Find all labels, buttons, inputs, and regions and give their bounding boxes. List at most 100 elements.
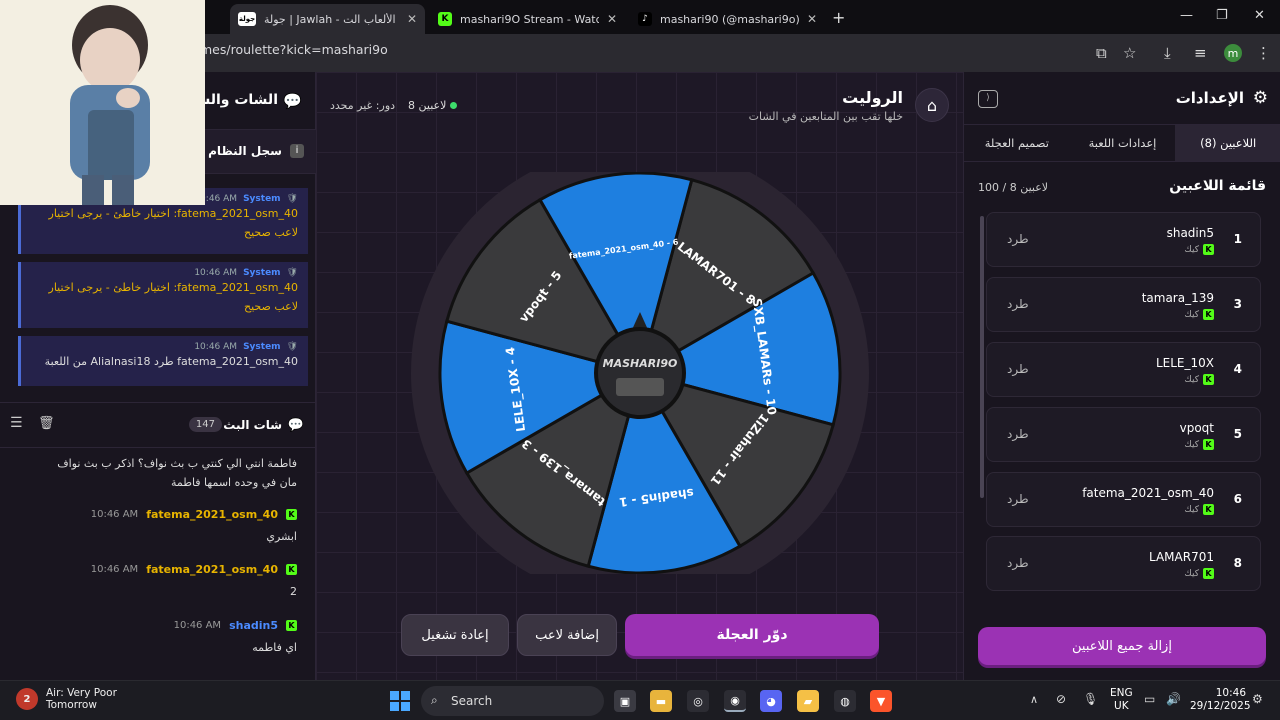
tab-jawlah[interactable]: جولة جولة | Jawlah - منصة الألعاب الت ✕ bbox=[230, 4, 425, 34]
kick-icon: K bbox=[286, 564, 297, 575]
close-tab-icon[interactable]: ✕ bbox=[607, 12, 617, 26]
home-button[interactable]: ⌂ bbox=[915, 88, 949, 122]
kick-icon: K bbox=[286, 620, 297, 631]
message-time: 10:46 AM bbox=[90, 509, 139, 520]
kick-icon: K bbox=[1203, 309, 1214, 320]
air-quality-badge: 2 bbox=[16, 688, 38, 710]
clock[interactable]: 10:46 29/12/2025 bbox=[1190, 687, 1251, 713]
taskbar-search[interactable]: ⌕ Search bbox=[421, 686, 604, 716]
kick-player-button[interactable]: طرد bbox=[1007, 362, 1029, 376]
center-logo: MASHARI9O bbox=[603, 357, 678, 370]
platform-label: كيك bbox=[1184, 309, 1199, 320]
media-control-icon[interactable]: ≡ bbox=[1194, 44, 1207, 62]
chat-username[interactable]: fatema_2021_osm_40 bbox=[146, 563, 278, 576]
trash-icon[interactable]: 🗑 bbox=[38, 416, 55, 431]
game-area: ⌂ الروليت خلها تقب بين المتابعين في الشا… bbox=[316, 72, 963, 680]
profile-avatar[interactable]: m bbox=[1224, 44, 1242, 62]
chat-bubble-icon: 💬 bbox=[287, 418, 304, 433]
system-message: 10:46 AM System 🛡 fatema_2021_osm_40 طرد A… bbox=[18, 336, 308, 386]
chevron-up-icon[interactable]: ∧ bbox=[1030, 693, 1038, 706]
kick-player-button[interactable]: طرد bbox=[1007, 297, 1029, 311]
windows-start-icon[interactable] bbox=[390, 691, 410, 711]
app-icon[interactable]: ▰ bbox=[797, 690, 819, 712]
close-window-icon[interactable]: ✕ bbox=[1254, 8, 1265, 23]
minimize-icon[interactable]: — bbox=[1180, 8, 1193, 23]
players-list-count: 100 / 8 لاعبين bbox=[978, 181, 1049, 194]
language-indicator[interactable]: ENG UK bbox=[1110, 687, 1133, 713]
system-log-label: سجل النظام bbox=[208, 144, 282, 158]
microphone-icon[interactable]: 🎙 bbox=[1083, 692, 1098, 706]
brave-icon[interactable]: ▼ bbox=[870, 690, 892, 712]
obs-icon[interactable]: ◍ bbox=[834, 690, 856, 712]
new-tab-icon[interactable]: + bbox=[832, 8, 845, 27]
lang-line1: ENG bbox=[1110, 687, 1133, 699]
chat-username[interactable]: shadin5 bbox=[229, 619, 278, 632]
roulette-wheel[interactable]: LAMAR701 - 8SXB_LAMARs - 101iZuhair - 11… bbox=[411, 172, 869, 574]
player-number: 5 bbox=[1233, 427, 1242, 441]
message-time: 10:46 AM bbox=[194, 268, 238, 278]
player-name: LELE_10X bbox=[1155, 356, 1214, 370]
tab-game-settings[interactable]: إعدادات اللعبة bbox=[1070, 125, 1176, 161]
player-number: 1 bbox=[1233, 232, 1242, 246]
kick-player-button[interactable]: طرد bbox=[1007, 427, 1029, 441]
align-icon[interactable]: ☰ bbox=[10, 415, 23, 431]
translate-icon[interactable]: ⧉ bbox=[1096, 44, 1107, 62]
chat-message-text: ابشري bbox=[266, 530, 297, 543]
close-tab-icon[interactable]: ✕ bbox=[807, 12, 817, 26]
app-icon[interactable]: ◎ bbox=[687, 690, 709, 712]
players-count: 8 لاعبين bbox=[408, 99, 458, 112]
remove-all-players-button[interactable]: إزالة جميع اللاعبين bbox=[978, 627, 1266, 665]
kick-player-button[interactable]: طرد bbox=[1007, 492, 1029, 506]
chat-username[interactable]: fatema_2021_osm_40 bbox=[146, 508, 278, 521]
kick-icon: K bbox=[1203, 504, 1214, 515]
live-chat-label: شات البث bbox=[223, 418, 282, 432]
weather-widget[interactable]: 2 Air: Very Poor Tomorrow bbox=[16, 687, 117, 711]
spin-wheel-button[interactable]: دوّر العجلة bbox=[625, 614, 879, 656]
url-field[interactable]: mes/roulette?kick=mashari9o bbox=[200, 42, 388, 57]
bookmark-star-icon[interactable]: ☆ bbox=[1123, 44, 1136, 62]
tab-tiktok[interactable]: ♪ mashari90 (@mashari9o) | TikTok ✕ bbox=[630, 4, 825, 34]
message-time: 10:46 AM bbox=[90, 564, 139, 575]
file-explorer-icon[interactable]: ▬ bbox=[650, 690, 672, 712]
chat-message-meta: 10:46 AM shadin5 K bbox=[174, 619, 297, 632]
tab-wheel-design[interactable]: تصميم العجلة bbox=[964, 125, 1070, 161]
kick-player-button[interactable]: طرد bbox=[1007, 556, 1029, 570]
notification-icon[interactable]: ⚙ bbox=[1252, 692, 1263, 706]
platform-label: كيك bbox=[1184, 504, 1199, 515]
tab-players[interactable]: اللاعبين (8) bbox=[1175, 125, 1280, 161]
collapse-panel-icon[interactable]: ⟩ bbox=[978, 90, 998, 108]
tab-kick-stream[interactable]: K mashari9O Stream - Watch Live ✕ bbox=[430, 4, 625, 34]
chat-message-meta: 10:46 AM fatema_2021_osm_40 K bbox=[91, 563, 297, 576]
task-view-icon[interactable]: ▣ bbox=[614, 690, 636, 712]
tab-title: mashari9O Stream - Watch Live bbox=[460, 12, 599, 26]
message-text: fatema_2021_osm_40 طرد Alialnasi18 من ال… bbox=[44, 355, 298, 368]
clock-date: 29/12/2025 bbox=[1190, 700, 1251, 712]
network-off-icon[interactable]: ⊘ bbox=[1056, 692, 1066, 706]
add-player-button[interactable]: إضافة لاعب bbox=[517, 614, 617, 656]
close-tab-icon[interactable]: ✕ bbox=[407, 12, 417, 26]
webcam-character-image bbox=[0, 0, 205, 205]
message-text: fatema_2021_osm_40: اختيار خاطئ - يرجى ا… bbox=[48, 207, 298, 239]
platform-label: كيك bbox=[1184, 568, 1199, 579]
player-row: 6 fatema_2021_osm_40 كيك K طرد bbox=[986, 472, 1261, 527]
download-icon[interactable]: ⤓ bbox=[1164, 44, 1171, 62]
player-name: shadin5 bbox=[1166, 226, 1214, 240]
maximize-icon[interactable]: ❐ bbox=[1216, 8, 1228, 23]
chrome-icon[interactable]: ◉ bbox=[724, 690, 746, 712]
tab-title: جولة | Jawlah - منصة الألعاب الت bbox=[264, 12, 399, 26]
volume-icon[interactable]: 🔊 bbox=[1166, 692, 1181, 706]
player-row: 3 tamara_139 كيك K طرد bbox=[986, 277, 1261, 332]
menu-icon[interactable]: ⋮ bbox=[1256, 44, 1271, 62]
settings-panel: ⚙ الإعدادات ⟩ اللاعبين (8) إعدادات اللعب… bbox=[963, 72, 1280, 680]
taskbar: 2 Air: Very Poor Tomorrow ⌕ Search ▣ ▬ ◎ … bbox=[0, 680, 1280, 720]
reset-button[interactable]: إعادة تشغيل bbox=[401, 614, 509, 656]
player-row: 5 vpoqt كيك K طرد bbox=[986, 407, 1261, 462]
platform-label: كيك bbox=[1184, 244, 1199, 255]
players-scrollbar[interactable] bbox=[980, 216, 984, 498]
player-name: tamara_139 bbox=[1141, 291, 1214, 305]
discord-icon[interactable]: ◕ bbox=[760, 690, 782, 712]
kick-player-button[interactable]: طرد bbox=[1007, 232, 1029, 246]
display-icon[interactable]: ▭ bbox=[1144, 692, 1155, 706]
center-logo-image bbox=[616, 378, 664, 396]
players-count-text: 8 لاعبين bbox=[408, 99, 447, 112]
